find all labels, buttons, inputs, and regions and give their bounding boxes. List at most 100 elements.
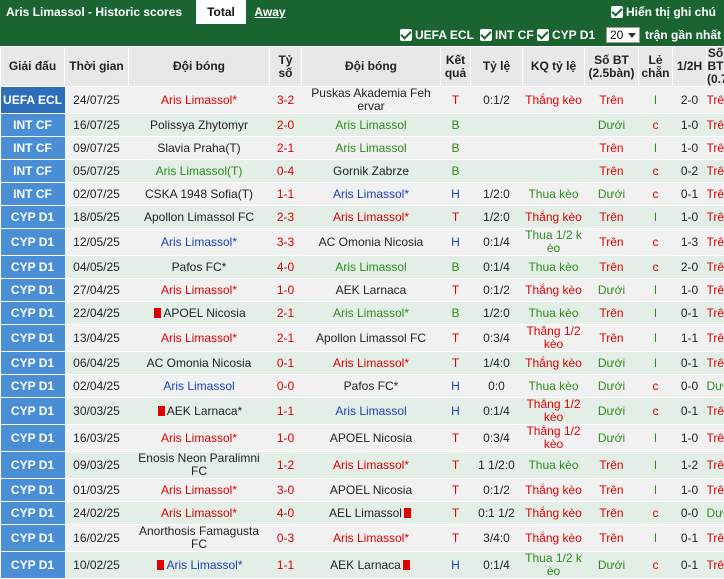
table-row[interactable]: CYP D124/02/25Aris Limassol*4-0AEL Limas…: [1, 502, 724, 525]
home-team-cell: Polissya Zhytomyr: [129, 114, 270, 137]
filter-int-cf[interactable]: INT CF: [480, 24, 534, 46]
table-row[interactable]: INT CF02/07/25CSKA 1948 Sofia(T)1-1Aris …: [1, 183, 724, 206]
home-team-cell: Aris Limassol*: [129, 325, 270, 352]
table-row[interactable]: CYP D106/04/25AC Omonia Nicosia0-1Aris L…: [1, 352, 724, 375]
goals-075-cell-text: Trên: [707, 141, 724, 155]
competition-cell-text: UEFA ECL: [3, 93, 62, 107]
odds-cell: 1/4:0: [471, 352, 523, 375]
result-cell-text: T: [452, 458, 459, 472]
table-row[interactable]: CYP D122/04/25APOEL Nicosia2-1Aris Limas…: [1, 302, 724, 325]
goals-25-cell-text: Trên: [599, 141, 623, 155]
match-count-select[interactable]: 20: [606, 27, 640, 43]
odd-even-cell-text: l: [654, 531, 657, 545]
odds-result-cell-text: Thắng kèo: [525, 283, 582, 297]
competition-cell-text: CYP D1: [11, 210, 54, 224]
home-team-cell-text: Aris Limassol: [163, 379, 234, 393]
competition-cell: CYP D1: [1, 525, 65, 552]
table-row[interactable]: CYP D116/02/25Anorthosis Famagusta FC0-3…: [1, 525, 724, 552]
goals-25-cell-text: Dưới: [598, 283, 625, 297]
competition-cell: CYP D1: [1, 325, 65, 352]
home-team-cell: CSKA 1948 Sofia(T): [129, 183, 270, 206]
competition-cell-text: CYP D1: [11, 506, 54, 520]
goals-075-cell: Trên: [707, 479, 724, 502]
competition-cell-text: INT CF: [13, 187, 52, 201]
goals-25-cell-text: Trên: [599, 531, 623, 545]
competition-cell: CYP D1: [1, 398, 65, 425]
table-row[interactable]: CYP D112/05/25Aris Limassol*3-3AC Omonia…: [1, 229, 724, 256]
table-row[interactable]: CYP D109/03/25Enosis Neon Paralimni FC1-…: [1, 452, 724, 479]
checkbox-icon: [611, 6, 623, 18]
red-card-icon: [154, 308, 161, 318]
filter-label: UEFA ECL: [415, 28, 474, 42]
table-row[interactable]: CYP D104/05/25Pafos FC*4-0Aris LimassolB…: [1, 256, 724, 279]
score-cell: 4-0: [270, 502, 302, 525]
result-cell: B: [441, 114, 471, 137]
home-team-cell: AC Omonia Nicosia: [129, 352, 270, 375]
tab-total[interactable]: Total: [196, 0, 246, 24]
competition-cell-text: CYP D1: [11, 379, 54, 393]
odd-even-cell: c: [639, 502, 673, 525]
result-cell: H: [441, 229, 471, 256]
odd-even-cell: l: [639, 137, 673, 160]
goals-075-cell: Trên: [707, 279, 724, 302]
goals-075-cell-text: Trên: [707, 306, 724, 320]
half-time-cell-text: 1-2: [681, 458, 698, 472]
score-cell-text: 3-3: [277, 235, 294, 249]
score-cell: 2-1: [270, 302, 302, 325]
odds-cell: 3/4:0: [471, 525, 523, 552]
checkbox-icon: [537, 29, 549, 41]
away-team-cell: Apollon Limassol FC: [302, 325, 441, 352]
table-row[interactable]: CYP D116/03/25Aris Limassol*1-0APOEL Nic…: [1, 425, 724, 452]
home-team-cell-text: Enosis Neon Paralimni FC: [138, 452, 259, 479]
half-time-cell-text: 1-0: [681, 283, 698, 297]
goals-25-cell: Trên: [585, 325, 639, 352]
table-row[interactable]: INT CF05/07/25Aris Limassol(T)0-4Gornik …: [1, 160, 724, 183]
table-row[interactable]: CYP D102/04/25Aris Limassol0-0Pafos FC*H…: [1, 375, 724, 398]
score-cell-text: 2-1: [277, 331, 294, 345]
date-cell-text: 09/03/25: [73, 458, 120, 472]
table-row[interactable]: UEFA ECL24/07/25Aris Limassol*3-2Puskas …: [1, 87, 724, 114]
table-row[interactable]: CYP D130/03/25AEK Larnaca*1-1Aris Limass…: [1, 398, 724, 425]
score-cell-text: 3-0: [277, 483, 294, 497]
score-cell-text: 0-0: [277, 379, 294, 393]
competition-cell: UEFA ECL: [1, 87, 65, 114]
score-cell-text: 3-2: [277, 93, 294, 107]
goals-25-cell-text: Dưới: [598, 404, 625, 418]
filter-cyp-d1[interactable]: CYP D1: [537, 24, 595, 46]
goals-075-cell-text: Trên: [707, 483, 724, 497]
date-cell: 10/02/25: [65, 552, 129, 579]
home-team-cell-text: Aris Limassol*: [161, 483, 237, 497]
table-row[interactable]: INT CF09/07/25Slavia Praha(T)2-1Aris Lim…: [1, 137, 724, 160]
half-time-cell: 2-0: [673, 87, 707, 114]
table-row[interactable]: INT CF16/07/25Polissya Zhytomyr2-0Aris L…: [1, 114, 724, 137]
result-cell: T: [441, 452, 471, 479]
home-team-cell: AEK Larnaca*: [129, 398, 270, 425]
half-time-cell: 1-2: [673, 452, 707, 479]
away-team-cell: Gornik Zabrze: [302, 160, 441, 183]
table-row[interactable]: CYP D127/04/25Aris Limassol*1-0AEK Larna…: [1, 279, 724, 302]
filter-uefa-ecl[interactable]: UEFA ECL: [400, 24, 474, 46]
table-row[interactable]: CYP D110/02/25Aris Limassol*1-1AEK Larna…: [1, 552, 724, 579]
competition-cell-text: INT CF: [13, 141, 52, 155]
table-row[interactable]: CYP D101/03/25Aris Limassol*3-0APOEL Nic…: [1, 479, 724, 502]
result-cell-text: T: [452, 431, 459, 445]
goals-075-cell: Trên: [707, 452, 724, 479]
date-cell: 02/07/25: [65, 183, 129, 206]
away-team-cell: AEK Larnaca: [302, 279, 441, 302]
away-team-cell: Aris Limassol: [302, 114, 441, 137]
result-cell: T: [441, 479, 471, 502]
half-time-cell-text: 1-0: [681, 431, 698, 445]
score-cell: 1-1: [270, 398, 302, 425]
date-cell-text: 05/07/25: [73, 164, 120, 178]
table-row[interactable]: CYP D118/05/25Apollon Limassol FC2-3Aris…: [1, 206, 724, 229]
result-cell-text: B: [451, 164, 459, 178]
goals-25-cell: Trên: [585, 87, 639, 114]
table-row[interactable]: CYP D113/04/25Aris Limassol*2-1Apollon L…: [1, 325, 724, 352]
show-notes-checkbox[interactable]: Hiển thị ghi chú: [611, 0, 716, 24]
tab-away[interactable]: Away: [246, 0, 294, 24]
home-team-cell: Apollon Limassol FC: [129, 206, 270, 229]
result-cell-text: T: [452, 483, 459, 497]
red-card-icon: [404, 508, 411, 518]
score-cell: 1-1: [270, 183, 302, 206]
half-time-cell-text: 1-0: [681, 483, 698, 497]
